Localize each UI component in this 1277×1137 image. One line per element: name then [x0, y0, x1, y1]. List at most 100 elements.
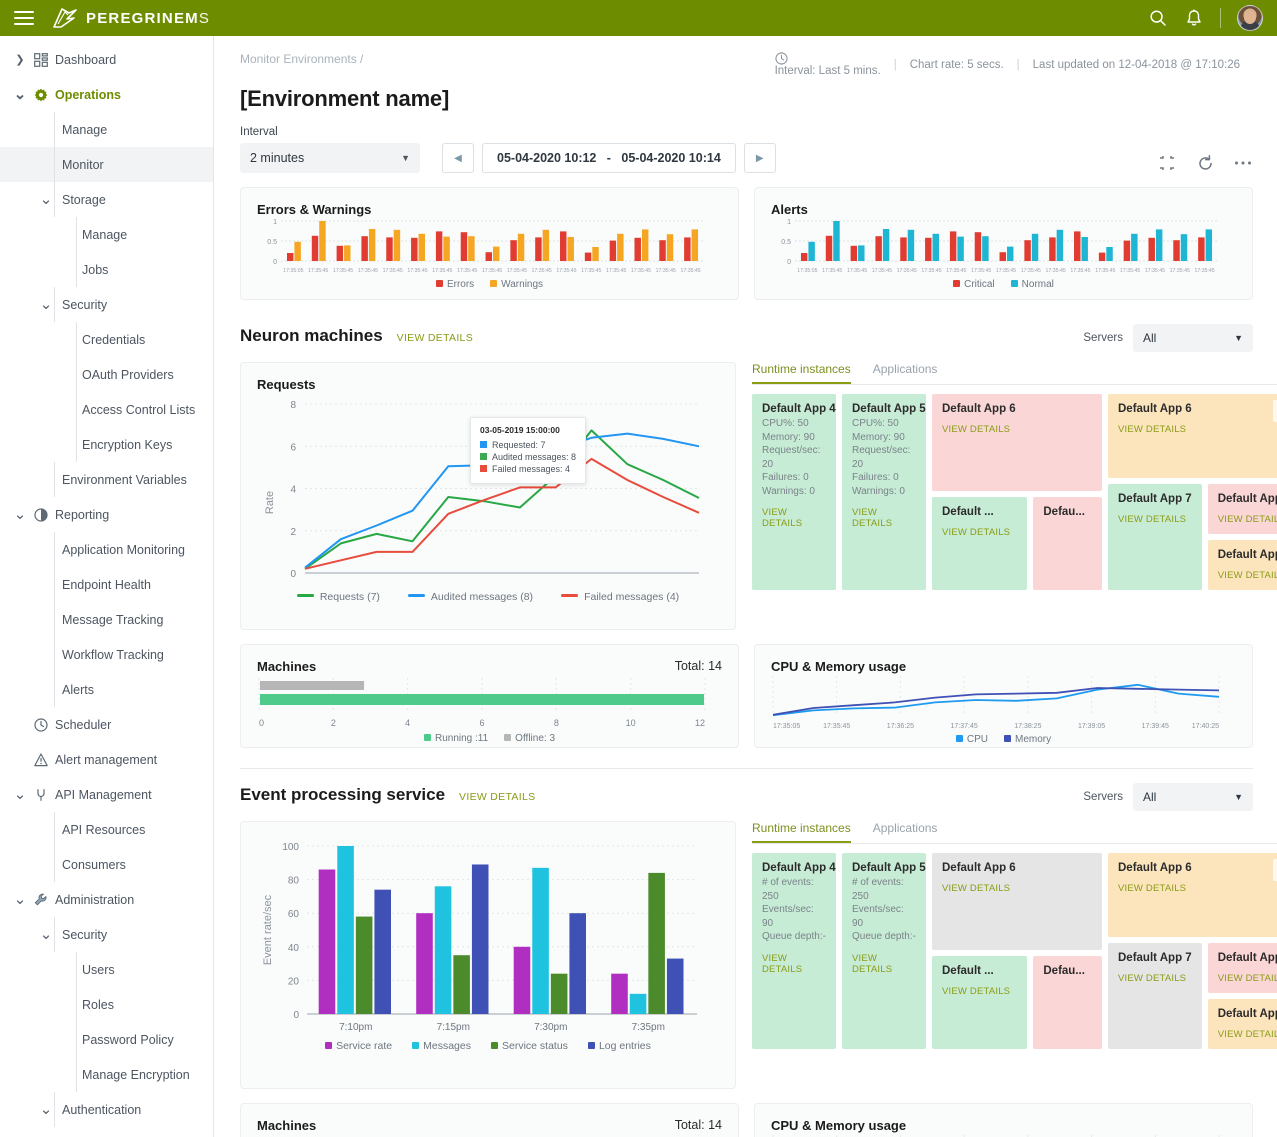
instance-tile[interactable]: Default App 6 VIEW DETAILS: [932, 394, 1102, 491]
instance-tile[interactable]: Default App 7 VIEW DETAILS: [1207, 484, 1277, 534]
sidebar-item-oauth-providers[interactable]: OAuth Providers: [0, 357, 213, 392]
eps-servers-select[interactable]: All ▼: [1133, 783, 1253, 811]
bell-icon[interactable]: [1184, 8, 1204, 28]
avatar[interactable]: [1237, 5, 1263, 31]
collapse-icon[interactable]: [1157, 153, 1177, 173]
sidebar-item-password-policy[interactable]: Password Policy: [0, 1022, 213, 1057]
instance-tile[interactable]: Default App 6 VIEW DETAILS: [1108, 394, 1277, 478]
sidebar-item-endpoint-health[interactable]: Endpoint Health: [0, 567, 213, 602]
date-range-input[interactable]: 05-04-2020 10:12 - 05-04-2020 10:14: [482, 143, 736, 173]
instance-view-details-link[interactable]: VIEW DETAILS: [762, 507, 826, 529]
instance-tile[interactable]: Default ... VIEW DETAILS: [932, 956, 1028, 1049]
instance-view-details-link[interactable]: VIEW DETAILS: [1118, 424, 1277, 435]
sidebar-item-alerts[interactable]: Alerts: [0, 672, 213, 707]
sidebar-item-users[interactable]: Users: [0, 952, 213, 987]
sidebar-item-api-management[interactable]: ⌄ API Management: [0, 777, 213, 812]
sidebar-item-security[interactable]: ⌄ Security: [0, 287, 213, 322]
sidebar-item-jobs[interactable]: Jobs: [0, 252, 213, 287]
interval-select[interactable]: 2 minutes ▼: [240, 143, 420, 173]
instance-view-details-link[interactable]: VIEW DETAILS: [1218, 1029, 1277, 1040]
sidebar-item-alert-management[interactable]: Alert management: [0, 742, 213, 777]
brand[interactable]: PEREGRINEMS: [52, 7, 210, 29]
svg-text:17:35:45: 17:35:45: [457, 268, 477, 274]
eps-machines-title: Machines: [257, 1118, 317, 1133]
instance-tile[interactable]: Default App 6 VIEW DETAILS: [932, 853, 1102, 950]
sidebar-item-monitor[interactable]: Monitor: [0, 147, 213, 182]
expand-icon[interactable]: [1273, 400, 1277, 422]
instance-tile[interactable]: Default App 5 # of events: 250 Events/sec:…: [842, 853, 926, 1049]
instance-tile[interactable]: Default App 4 CPU%: 50 Memory: 90 Request/s…: [752, 394, 836, 590]
instance-view-details-link[interactable]: VIEW DETAILS: [1218, 514, 1277, 525]
range-prev-button[interactable]: ◀: [442, 143, 474, 173]
instance-view-details-link[interactable]: VIEW DETAILS: [942, 883, 1092, 894]
instance-view-details-link[interactable]: VIEW DETAILS: [1118, 883, 1277, 894]
svg-text:17:35:05: 17:35:05: [797, 268, 817, 274]
sidebar-item-message-tracking[interactable]: Message Tracking: [0, 602, 213, 637]
svg-text:20: 20: [288, 976, 300, 987]
breadcrumb[interactable]: Monitor Environments /: [240, 52, 363, 66]
neuron-servers-select[interactable]: All ▼: [1133, 324, 1253, 352]
sidebar-item-access-control-lists[interactable]: Access Control Lists: [0, 392, 213, 427]
tab-applications[interactable]: Applications: [873, 821, 938, 843]
tab-runtime-instances[interactable]: Runtime instances: [752, 821, 851, 843]
sidebar-item-administration[interactable]: ⌄ Administration: [0, 882, 213, 917]
instance-tile[interactable]: Default ... VIEW DETAILS: [932, 497, 1028, 590]
instance-tile[interactable]: Default App 7 VIEW DETAILS: [1207, 999, 1277, 1049]
sidebar-item-operations[interactable]: ⌄ Operations: [0, 77, 213, 112]
instance-tile[interactable]: Defau...: [1033, 956, 1102, 1049]
sidebar-item-storage[interactable]: ⌄ Storage: [0, 182, 213, 217]
sidebar-item-dashboard[interactable]: ❯ Dashboard: [0, 42, 213, 77]
refresh-icon[interactable]: [1195, 153, 1215, 173]
instance-tile[interactable]: Default App 5 CPU%: 50 Memory: 90 Request/s…: [842, 394, 926, 590]
range-next-button[interactable]: ▶: [743, 143, 776, 173]
instance-tile[interactable]: Default App 7 VIEW DETAILS: [1108, 484, 1202, 590]
instance-view-details-link[interactable]: VIEW DETAILS: [852, 507, 916, 529]
instance-tile[interactable]: Default App 7 VIEW DETAILS: [1207, 943, 1277, 993]
sidebar-item-authentication[interactable]: ⌄ Authentication: [0, 1092, 213, 1127]
chevron-right-icon[interactable]: ❯: [14, 53, 26, 66]
instance-tile[interactable]: Default App 7 VIEW DETAILS: [1207, 540, 1277, 590]
sidebar-item-credentials[interactable]: Credentials: [0, 322, 213, 357]
sidebar-item-label: Monitor: [62, 157, 104, 172]
sidebar-item-application-monitoring[interactable]: Application Monitoring: [0, 532, 213, 567]
hamburger-icon[interactable]: [14, 11, 34, 25]
neuron-view-details-link[interactable]: VIEW DETAILS: [397, 332, 473, 344]
sidebar-item-security[interactable]: ⌄ Security: [0, 917, 213, 952]
instance-tile[interactable]: Default App 6 VIEW DETAILS: [1108, 853, 1277, 937]
sidebar-item-api-resources[interactable]: API Resources: [0, 812, 213, 847]
sidebar-item-reporting[interactable]: ⌄ Reporting: [0, 497, 213, 532]
instance-view-details-link[interactable]: VIEW DETAILS: [942, 424, 1092, 435]
sidebar-item-workflow-tracking[interactable]: Workflow Tracking: [0, 637, 213, 672]
instance-view-details-link[interactable]: VIEW DETAILS: [942, 986, 1017, 997]
instance-tile[interactable]: Default App 4 # of events: 250 Events/sec:…: [752, 853, 836, 1049]
instance-view-details-link[interactable]: VIEW DETAILS: [1218, 973, 1277, 984]
instance-tile[interactable]: Defau...: [1033, 497, 1102, 590]
instance-view-details-link[interactable]: VIEW DETAILS: [762, 953, 826, 975]
clock-icon: [774, 52, 788, 65]
sidebar-item-manage[interactable]: Manage: [0, 112, 213, 147]
sidebar-item-consumers[interactable]: Consumers: [0, 847, 213, 882]
svg-text:2: 2: [290, 527, 296, 538]
main-content: Monitor Environments / Interval: Last 5 …: [214, 36, 1277, 1137]
sidebar-item-encryption-keys[interactable]: Encryption Keys: [0, 427, 213, 462]
sidebar-item-roles[interactable]: Roles: [0, 987, 213, 1022]
tab-runtime-instances[interactable]: Runtime instances: [752, 362, 851, 384]
nav-indent-rail: [76, 357, 77, 392]
instance-view-details-link[interactable]: VIEW DETAILS: [1118, 514, 1192, 525]
expand-icon[interactable]: [1273, 859, 1277, 881]
sidebar-item-scheduler[interactable]: Scheduler: [0, 707, 213, 742]
instance-view-details-link[interactable]: VIEW DETAILS: [1218, 570, 1277, 581]
instance-view-details-link[interactable]: VIEW DETAILS: [1118, 973, 1192, 984]
tab-applications[interactable]: Applications: [873, 362, 938, 384]
instance-view-details-link[interactable]: VIEW DETAILS: [852, 953, 916, 975]
tile-row: Default ... VIEW DETAILS Defau...: [932, 956, 1102, 1049]
instance-tile[interactable]: Default App 7 VIEW DETAILS: [1108, 943, 1202, 1049]
sidebar-item-label: Security: [62, 927, 108, 942]
sidebar-item-environment-variables[interactable]: Environment Variables: [0, 462, 213, 497]
search-icon[interactable]: [1148, 8, 1168, 28]
sidebar-item-manage-encryption[interactable]: Manage Encryption: [0, 1057, 213, 1092]
eps-view-details-link[interactable]: VIEW DETAILS: [459, 791, 535, 803]
sidebar-item-manage[interactable]: Manage: [0, 217, 213, 252]
instance-view-details-link[interactable]: VIEW DETAILS: [942, 527, 1017, 538]
more-icon[interactable]: [1233, 153, 1253, 173]
